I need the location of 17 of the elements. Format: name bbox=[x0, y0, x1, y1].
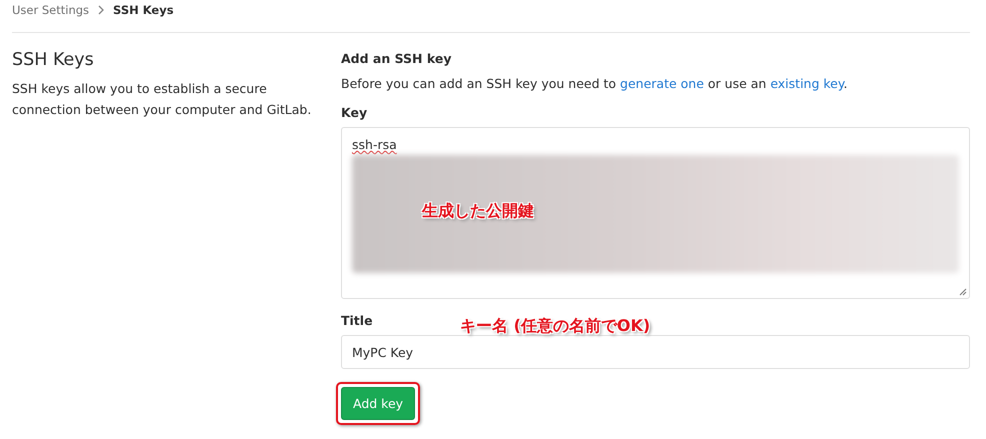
field-label: Key bbox=[341, 105, 368, 120]
section-description: SSH keys allow you to establish a secure connection between your computer and GitLab. bbox=[12, 80, 312, 119]
add-key-button[interactable]: Add key bbox=[341, 387, 416, 420]
form-heading: Add an SSH key bbox=[341, 51, 452, 66]
chevron-icon bbox=[98, 5, 104, 15]
annotation-text: キー名 (任意の名前でOK) bbox=[460, 316, 650, 337]
breadcrumb-link[interactable]: SSH Keys bbox=[113, 3, 174, 29]
resize-grip-icon bbox=[959, 288, 967, 296]
field-label: Title bbox=[341, 313, 373, 328]
link[interactable]: generate one bbox=[620, 76, 704, 91]
breadcrumb-link[interactable]: User Settings bbox=[12, 3, 90, 29]
key-field[interactable]: ssh-rsa 生成した公開鍵 bbox=[341, 127, 970, 299]
section-title: SSH Keys bbox=[12, 50, 95, 70]
title-field[interactable]: MyPC Key bbox=[341, 335, 970, 369]
intro-text: Before you can add an SSH key you need to generate one or use an existing key. bbox=[341, 76, 848, 91]
annotation-text: 生成した公開鍵 bbox=[422, 201, 534, 222]
link[interactable]: existing key bbox=[770, 76, 844, 91]
